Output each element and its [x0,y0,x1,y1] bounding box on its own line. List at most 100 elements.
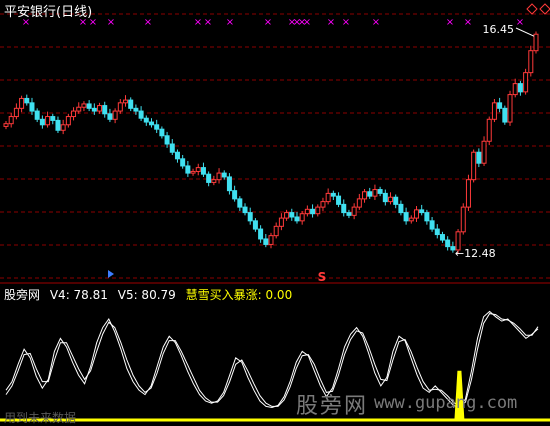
candle-body[interactable] [419,209,425,214]
candle-body[interactable] [413,209,419,219]
candle-body[interactable] [128,99,134,109]
candle-body[interactable] [341,203,347,214]
candle-body[interactable] [512,83,518,96]
candle-body[interactable] [533,33,539,52]
candle-body[interactable] [252,220,258,230]
candle-body[interactable] [107,113,113,120]
candle-body[interactable] [13,107,19,118]
candle-body[interactable] [117,102,123,112]
candle-body[interactable] [97,105,103,112]
candle-body[interactable] [497,102,503,109]
candle-body[interactable] [304,208,310,215]
candle-body[interactable] [486,118,492,142]
candle-body[interactable] [471,151,477,181]
candle-body[interactable] [258,228,264,240]
candle-body[interactable] [206,173,212,183]
candle-body[interactable] [289,212,295,218]
candle-body[interactable] [102,105,108,115]
candle-body[interactable] [476,151,482,164]
candle-body[interactable] [226,176,232,192]
candle-body[interactable] [24,97,30,104]
candle-body[interactable] [3,123,9,127]
candle-body[interactable] [263,238,269,245]
candle-body[interactable] [325,192,331,203]
candle-body[interactable] [81,103,87,108]
candle-body[interactable] [195,167,201,172]
candle-body[interactable] [273,225,279,237]
candle-body[interactable] [164,135,170,145]
candle-body[interactable] [356,198,362,208]
candle-body[interactable] [148,121,154,126]
candle-body[interactable] [502,107,508,123]
candle-body[interactable] [398,203,404,214]
candle-body[interactable] [268,235,274,245]
candle-body[interactable] [112,110,118,120]
candle-body[interactable] [336,195,342,205]
candle-body[interactable] [299,213,305,222]
candle-body[interactable] [460,206,466,233]
candle-body[interactable] [237,198,243,208]
candle-body[interactable] [45,116,51,126]
candle-body[interactable] [8,116,14,125]
candle-body[interactable] [445,239,451,248]
candle-body[interactable] [232,190,238,200]
candle-body[interactable] [29,102,35,112]
candle-body[interactable] [200,167,206,175]
candle-body[interactable] [367,191,373,197]
candle-body[interactable] [507,94,513,123]
candle-body[interactable] [465,179,471,208]
candle-body[interactable] [138,110,144,119]
candle-body[interactable] [91,107,97,112]
candle-body[interactable] [19,97,25,109]
candle-body[interactable] [159,128,165,137]
candle-body[interactable] [133,107,139,112]
candle-body[interactable] [185,165,191,174]
candle-body[interactable] [76,106,82,112]
chart-canvas[interactable]: × × × × × × × × × ×××× × × × × × × 16.45 ←12.48 S [0,0,550,426]
candle-body[interactable] [247,212,253,222]
candle-body[interactable] [50,116,56,121]
candle-body[interactable] [351,206,357,216]
candle-body[interactable] [154,124,160,130]
candle-body[interactable] [221,172,227,178]
candle-body[interactable] [71,110,77,118]
candle-body[interactable] [528,50,534,74]
candle-body[interactable] [517,83,523,93]
candle-body[interactable] [382,192,388,203]
candle-body[interactable] [346,212,352,216]
candle-body[interactable] [491,102,497,120]
candle-body[interactable] [180,158,186,167]
candle-body[interactable] [403,212,409,222]
chart-stage[interactable]: × × × × × × × × × × × × × × × × × × × 16.45 ←12.48 S 平安银行(日线… [0,0,550,426]
candle-body[interactable] [278,217,284,227]
candlestick-series[interactable] [3,31,539,254]
candle-body[interactable] [190,170,196,174]
candle-body[interactable] [65,116,71,126]
candle-body[interactable] [294,216,300,222]
candle-body[interactable] [424,212,430,222]
candle-body[interactable] [60,124,66,131]
candle-body[interactable] [439,234,445,241]
candle-body[interactable] [284,212,290,219]
candle-body[interactable] [310,208,316,215]
candle-body[interactable] [377,189,383,194]
candle-body[interactable] [429,220,435,230]
candle-body[interactable] [481,140,487,164]
candle-body[interactable] [523,72,529,93]
candle-body[interactable] [393,196,399,205]
candle-body[interactable] [39,118,45,126]
candle-body[interactable] [123,99,129,104]
candle-body[interactable] [169,143,175,153]
candle-body[interactable] [388,196,394,203]
candle-body[interactable] [362,191,368,200]
candle-body[interactable] [315,206,321,215]
candle-body[interactable] [216,172,222,181]
candle-body[interactable] [242,206,248,214]
candle-body[interactable] [55,119,61,131]
candle-body[interactable] [143,117,149,123]
candle-body[interactable] [372,189,378,197]
candle-body[interactable] [174,151,180,160]
candle-body[interactable] [211,179,217,183]
candle-body[interactable] [434,228,440,236]
candle-body[interactable] [34,110,40,120]
